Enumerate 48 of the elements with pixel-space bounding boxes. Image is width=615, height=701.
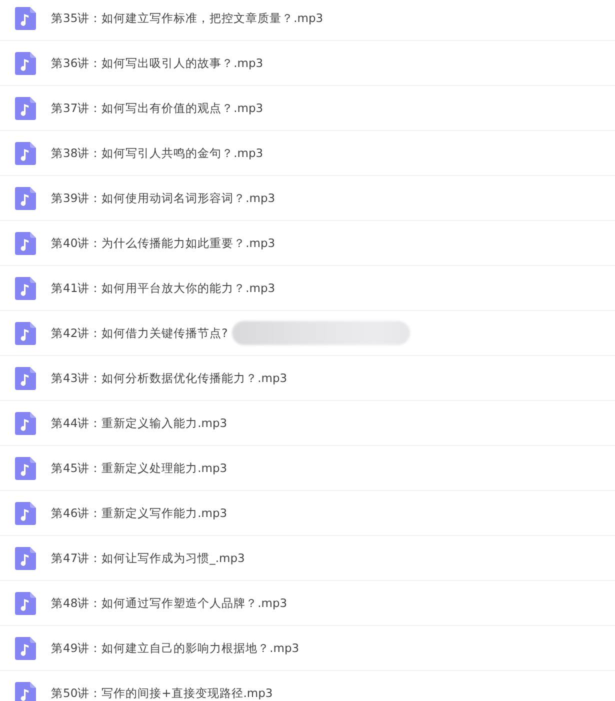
music-file-icon bbox=[15, 366, 36, 390]
music-file-icon bbox=[15, 96, 36, 120]
file-row[interactable]: 第44讲：重新定义输入能力.mp3 bbox=[0, 401, 615, 446]
file-row[interactable]: 第40讲：为什么传播能力如此重要？.mp3 bbox=[0, 221, 615, 266]
music-file-icon bbox=[15, 52, 36, 74]
music-file-icon bbox=[15, 456, 36, 480]
music-file-icon bbox=[15, 502, 36, 524]
file-row[interactable]: 第35讲：如何建立写作标准，把控文章质量？.mp3 bbox=[0, 0, 615, 41]
file-name[interactable]: 第43讲：如何分析数据优化传播能力？.mp3 bbox=[51, 372, 288, 384]
file-name[interactable]: 第47讲：如何让写作成为习惯_.mp3 bbox=[51, 552, 245, 564]
file-row[interactable]: 第45讲：重新定义处理能力.mp3 bbox=[0, 446, 615, 491]
music-file-icon bbox=[15, 412, 36, 434]
file-name[interactable]: 第45讲：重新定义处理能力.mp3 bbox=[51, 462, 228, 474]
file-row[interactable]: 第50讲：写作的间接+直接变现路径.mp3 bbox=[0, 671, 615, 701]
music-file-icon bbox=[15, 232, 36, 254]
file-row[interactable]: 第49讲：如何建立自己的影响力根据地？.mp3 bbox=[0, 626, 615, 671]
music-file-icon bbox=[15, 142, 36, 164]
file-name[interactable]: 第41讲：如何用平台放大你的能力？.mp3 bbox=[51, 282, 276, 294]
music-file-icon bbox=[15, 592, 36, 614]
music-file-icon bbox=[15, 636, 36, 660]
file-name[interactable]: 第42讲：如何借力关键传播节点? bbox=[51, 327, 228, 339]
file-name[interactable]: 第36讲：如何写出吸引人的故事？.mp3 bbox=[51, 57, 264, 69]
file-name[interactable]: 第46讲：重新定义写作能力.mp3 bbox=[51, 507, 228, 519]
file-row[interactable]: 第37讲：如何写出有价值的观点？.mp3 bbox=[0, 86, 615, 131]
music-file-icon bbox=[15, 276, 36, 300]
file-name[interactable]: 第48讲：如何通过写作塑造个人品牌？.mp3 bbox=[51, 597, 288, 609]
file-row[interactable]: 第47讲：如何让写作成为习惯_.mp3 bbox=[0, 536, 615, 581]
file-name[interactable]: 第49讲：如何建立自己的影响力根据地？.mp3 bbox=[51, 642, 300, 654]
music-file-icon bbox=[15, 546, 36, 570]
file-row[interactable]: 第41讲：如何用平台放大你的能力？.mp3 bbox=[0, 266, 615, 311]
music-file-icon bbox=[15, 6, 36, 30]
file-name[interactable]: 第39讲：如何使用动词名词形容词？.mp3 bbox=[51, 192, 276, 204]
file-name[interactable]: 第37讲：如何写出有价值的观点？.mp3 bbox=[51, 102, 264, 114]
file-row[interactable]: 第48讲：如何通过写作塑造个人品牌？.mp3 bbox=[0, 581, 615, 626]
file-row[interactable]: 第39讲：如何使用动词名词形容词？.mp3 bbox=[0, 176, 615, 221]
file-name[interactable]: 第35讲：如何建立写作标准，把控文章质量？.mp3 bbox=[51, 12, 324, 24]
file-name[interactable]: 第38讲：如何写引人共鸣的金句？.mp3 bbox=[51, 147, 264, 159]
file-row[interactable]: 第43讲：如何分析数据优化传播能力？.mp3 bbox=[0, 356, 615, 401]
file-row[interactable]: 第46讲：重新定义写作能力.mp3 bbox=[0, 491, 615, 536]
music-file-icon bbox=[15, 186, 36, 210]
file-row[interactable]: 第38讲：如何写引人共鸣的金句？.mp3 bbox=[0, 131, 615, 176]
file-name[interactable]: 第50讲：写作的间接+直接变现路径.mp3 bbox=[51, 687, 273, 699]
file-row[interactable]: 第42讲：如何借力关键传播节点? bbox=[0, 311, 615, 356]
music-file-icon bbox=[15, 322, 36, 344]
file-name[interactable]: 第44讲：重新定义输入能力.mp3 bbox=[51, 417, 228, 429]
file-name[interactable]: 第40讲：为什么传播能力如此重要？.mp3 bbox=[51, 237, 276, 249]
file-row[interactable]: 第36讲：如何写出吸引人的故事？.mp3 bbox=[0, 41, 615, 86]
music-file-icon bbox=[15, 682, 36, 701]
